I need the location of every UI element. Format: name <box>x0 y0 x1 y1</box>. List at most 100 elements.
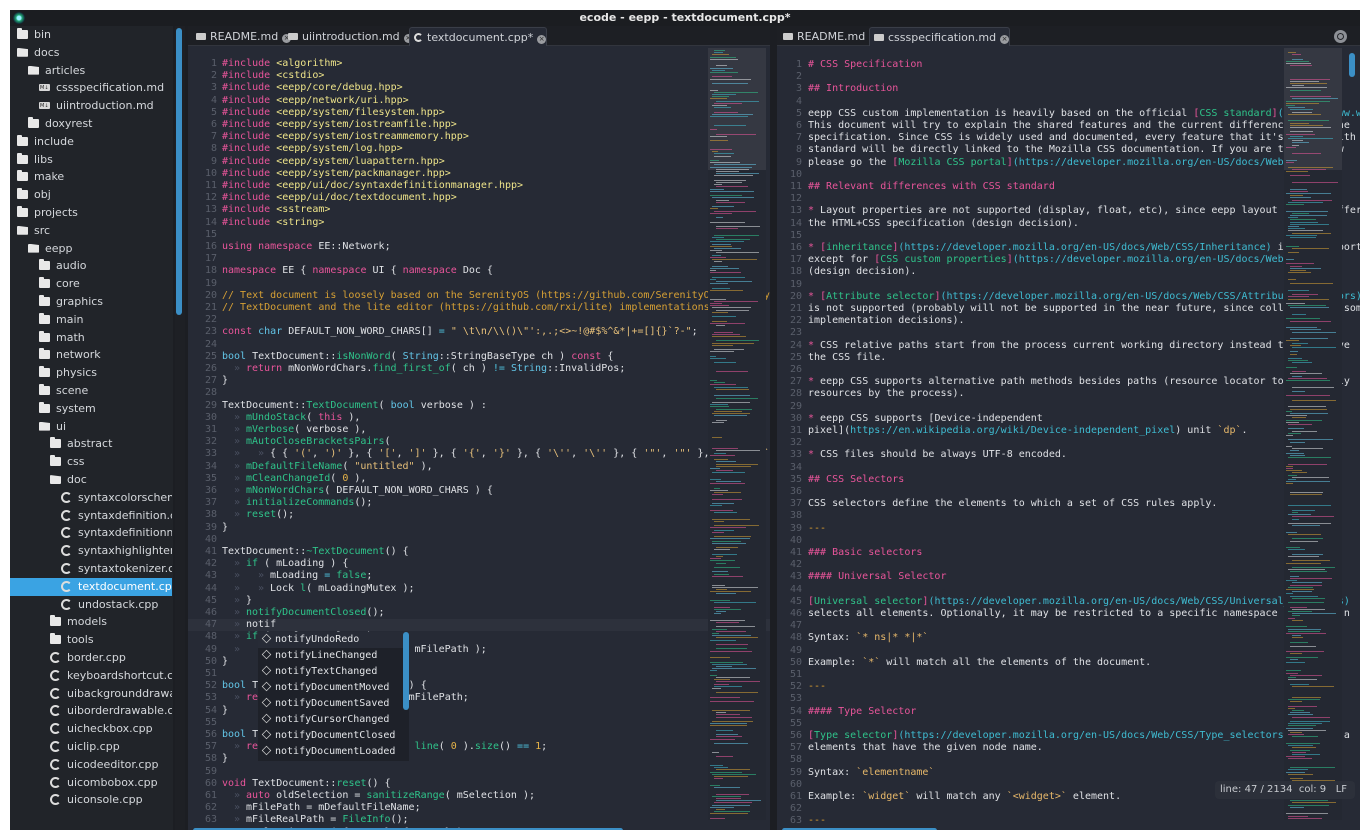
minimap-line <box>710 527 746 528</box>
autocomplete-item[interactable]: notifyDocumentSaved <box>258 696 409 712</box>
line-text: * [inheritance](https://developer.mozill… <box>808 242 1360 254</box>
tree-item[interactable]: uicodeeditor.cpp <box>10 756 172 774</box>
line-ending-indicator[interactable]: LF <box>1336 784 1347 795</box>
tree-item[interactable]: uiconsole.cpp <box>10 791 172 809</box>
minimap[interactable] <box>708 48 766 820</box>
tree-item[interactable]: doxyrest <box>10 115 172 133</box>
line-number: 50 <box>777 657 802 669</box>
minimap-line <box>710 279 716 280</box>
autocomplete-scrollbar[interactable] <box>403 632 409 710</box>
minimap-line <box>714 92 758 93</box>
code-line: 61»auto oldSelection = sanitizeRange( mS… <box>188 790 770 802</box>
tree-item[interactable]: uiborderdrawable.cpp <box>10 702 172 720</box>
project-tree-vertical-scrollbar[interactable] <box>176 28 182 315</box>
minimap-line <box>712 422 724 423</box>
tree-item[interactable]: uiintroduction.md <box>10 97 172 115</box>
minimap-line <box>1290 455 1305 456</box>
tab-readme-md[interactable]: README.md× <box>192 27 291 46</box>
tree-item[interactable]: ui <box>10 418 172 436</box>
tree-item[interactable]: css <box>10 453 172 471</box>
tree-item[interactable]: eepp <box>10 240 172 258</box>
autocomplete-item[interactable]: notifyLineChanged <box>258 648 409 664</box>
tree-item[interactable]: physics <box>10 364 172 382</box>
autocomplete-item[interactable]: notifyDocumentClosed <box>258 728 409 744</box>
tree-item[interactable]: obj <box>10 186 172 204</box>
line-number: 38 <box>777 510 802 522</box>
tree-item-label: cssspecification.md <box>56 81 164 94</box>
tree-item[interactable]: syntaxdefinitionmanager.cpp <box>10 524 172 542</box>
tree-item[interactable]: syntaxtokenizer.cpp <box>10 560 172 578</box>
tree-item[interactable]: articles <box>10 62 172 80</box>
line-number: 56 <box>777 730 802 742</box>
horizontal-scrollbar[interactable] <box>782 828 937 830</box>
tree-item[interactable]: keyboardshortcut.cpp <box>10 667 172 685</box>
tree-item[interactable]: uicheckbox.cpp <box>10 720 172 738</box>
tree-item[interactable]: abstract <box>10 435 172 453</box>
minimap-line <box>1290 571 1327 572</box>
minimap-line <box>710 72 738 73</box>
markdown-file-icon <box>783 33 793 40</box>
tree-item-label: doc <box>67 473 87 486</box>
tree-item[interactable]: math <box>10 329 172 347</box>
code-token: ( <box>439 741 451 752</box>
tree-item[interactable]: make <box>10 168 172 186</box>
tab-textdocument-cpp-[interactable]: textdocument.cpp*× <box>409 27 547 46</box>
horizontal-scrollbar[interactable] <box>193 828 623 830</box>
tree-item[interactable]: system <box>10 400 172 418</box>
settings-gear-icon[interactable] <box>1334 30 1347 43</box>
autocomplete-item[interactable]: notifyCursorChanged <box>258 712 409 728</box>
code-token: FileInfo <box>342 814 390 825</box>
tree-item[interactable]: libs <box>10 151 172 169</box>
code-token: This document will try to explain the sh… <box>808 120 1350 131</box>
close-tab-icon[interactable]: × <box>537 35 546 44</box>
tree-item[interactable]: doc <box>10 471 172 489</box>
close-tab-icon[interactable]: × <box>1000 35 1009 44</box>
tree-item[interactable]: bin <box>10 26 172 44</box>
autocomplete-item[interactable]: notifyDocumentLoaded <box>258 744 409 760</box>
tab-cssspecification-md[interactable]: cssspecification.md× <box>869 27 1010 46</box>
line-text: ## Introduction <box>808 83 898 95</box>
tree-item[interactable]: graphics <box>10 293 172 311</box>
code-token: ( mLoadingMutex ); <box>306 583 414 594</box>
tree-item[interactable]: textdocument.cpp <box>10 578 172 596</box>
tree-item[interactable]: cssspecification.md <box>10 79 172 97</box>
autocomplete-item[interactable]: notifyDocumentMoved <box>258 680 409 696</box>
tree-item[interactable]: undostack.cpp <box>10 596 172 614</box>
tree-item[interactable]: border.cpp <box>10 649 172 667</box>
tree-item[interactable]: models <box>10 613 172 631</box>
autocomplete-item[interactable]: notifyUndoRedo <box>258 632 409 648</box>
tree-item[interactable]: syntaxhighlighter.cpp <box>10 542 172 560</box>
minimap-line <box>1288 378 1327 379</box>
line-text: [Universal selector](https://developer.m… <box>808 596 1350 608</box>
tree-item[interactable]: audio <box>10 257 172 275</box>
minimap-line <box>1288 730 1326 731</box>
line-number: 4 <box>188 95 217 107</box>
tree-item[interactable]: core <box>10 275 172 293</box>
tree-item[interactable]: src <box>10 222 172 240</box>
tree-item[interactable]: syntaxdefinition.cpp <box>10 507 172 525</box>
tree-item[interactable]: projects <box>10 204 172 222</box>
line-text: CSS selectors define the elements to whi… <box>808 498 1217 510</box>
tree-item[interactable]: main <box>10 311 172 329</box>
tab-uiintroduction-md[interactable]: uiintroduction.md× <box>284 27 413 46</box>
tree-item[interactable]: scene <box>10 382 172 400</box>
tree-item[interactable]: tools <box>10 631 172 649</box>
tree-item[interactable]: syntaxcolorscheme.cpp <box>10 489 172 507</box>
tree-item[interactable]: uiclip.cpp <box>10 738 172 756</box>
tree-item[interactable]: include <box>10 133 172 151</box>
vertical-scrollbar[interactable] <box>1349 53 1355 77</box>
minimap-line <box>710 303 722 304</box>
tree-item[interactable]: uicombobox.cpp <box>10 774 172 792</box>
tree-item[interactable]: network <box>10 346 172 364</box>
line-number: 2 <box>777 71 802 83</box>
code-editor-cssspecification[interactable]: 1# CSS Specification23## Introduction45e… <box>777 48 1360 830</box>
code-line: 15 <box>777 230 1360 242</box>
minimap-line <box>1288 549 1305 550</box>
code-line: 26 <box>777 364 1360 376</box>
tree-item[interactable]: uibackgrounddrawable.cpp <box>10 685 172 703</box>
minimap[interactable] <box>1284 48 1342 820</box>
tab-readme-md[interactable]: README.md× <box>779 27 878 46</box>
autocomplete-item[interactable]: notifyTextChanged <box>258 664 409 680</box>
tree-item[interactable]: docs <box>10 44 172 62</box>
cpp-icon <box>61 545 72 556</box>
